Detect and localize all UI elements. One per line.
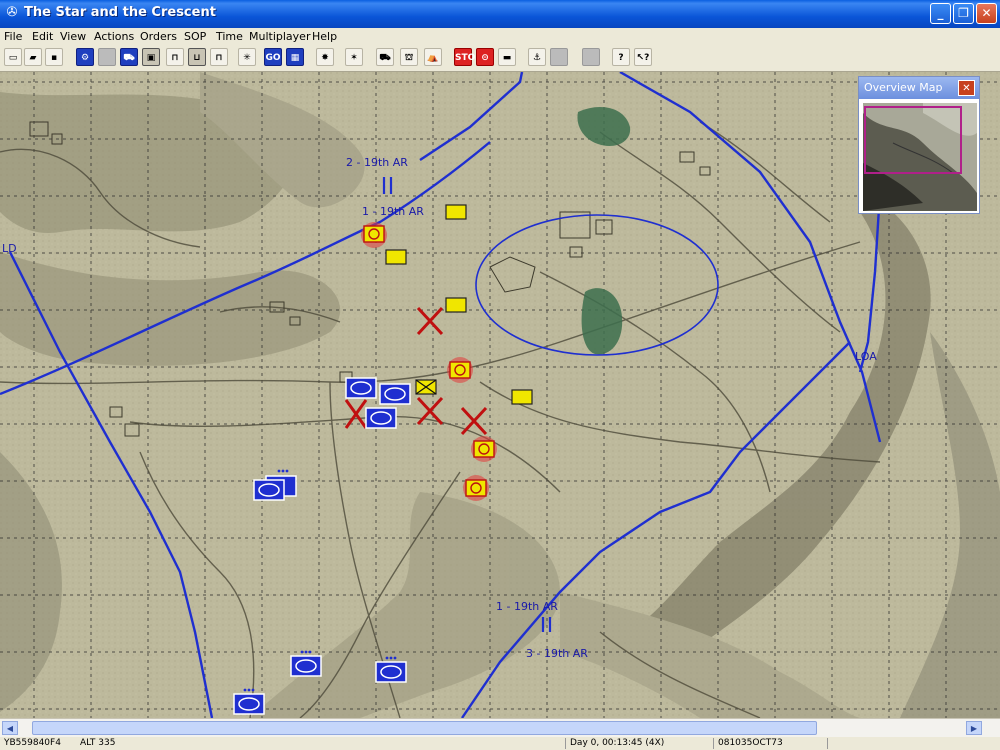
enemy-unit-marker [447,357,473,383]
stop-button[interactable]: STOP [454,48,482,66]
scroll-left-icon[interactable]: ◀ [2,721,18,735]
unit-label-1-19th-bottom: 1 - 19th AR [496,600,558,613]
echelon-company-icon[interactable]: ⊓ [166,48,184,66]
group-units-icon[interactable]: ⚙ [76,48,94,66]
artillery-icon[interactable]: ⛫ [400,48,418,66]
supply-icon[interactable]: ⛺ [424,48,442,66]
status-separator [713,738,714,749]
tactical-map[interactable]: 2 - 19th AR 1 - 19th AR LD LOA 1 - 19th … [0,72,1000,718]
unit-label-3-19th: 3 - 19th AR [526,647,588,660]
sighted-unit-marker [445,297,467,313]
enemy-unit-marker [361,222,387,248]
title-bar[interactable]: ✇ The Star and the Crescent _ ❐ ✕ [0,0,1000,28]
disabled-tool-2-icon[interactable] [550,48,568,66]
enemy-unit-marker [471,436,497,462]
menu-bar: File Edit View Actions Orders SOP Time M… [0,28,1000,46]
disabled-tool-3-icon[interactable] [582,48,600,66]
date-time-group: 081035OCT73 [718,738,783,748]
vehicle-icon[interactable]: ⛟ [120,48,138,66]
enemy-unit-marker [463,475,489,501]
no-entry-icon[interactable]: ⊝ [476,48,494,66]
status-bar: YB559840F4 ALT 335 Day 0, 00:13:45 (4X) … [0,737,1000,750]
echelon-brigade-icon[interactable]: ⊓ [210,48,228,66]
menu-help[interactable]: Help [312,30,337,43]
friendly-unit-marker [345,377,377,399]
friendly-unit-marker [253,475,297,501]
menu-time[interactable]: Time [216,30,243,43]
status-separator [827,738,828,749]
disabled-tool-icon[interactable] [98,48,116,66]
window-title: The Star and the Crescent [24,5,216,20]
menu-sop[interactable]: SOP [184,30,206,43]
ammo-icon[interactable]: ▬ [498,48,516,66]
unit-label-2-19th: 2 - 19th AR [346,156,408,169]
loa-label: LOA [855,350,877,363]
sighted-unit-marker [445,204,467,220]
sighted-unit-marker [511,389,533,405]
grid-coordinates: YB559840F4 [4,738,61,748]
friendly-unit-marker [375,661,407,683]
game-time: Day 0, 00:13:45 (4X) [570,738,665,748]
friendly-unit-marker [365,407,397,429]
friendly-unit-marker [290,655,322,677]
altitude-readout: ALT 335 [80,738,116,748]
status-separator [565,738,566,749]
sun-icon[interactable]: ✳ [238,48,256,66]
menu-actions[interactable]: Actions [94,30,134,43]
scroll-thumb[interactable] [32,721,817,735]
context-help-icon[interactable]: ↖? [634,48,652,66]
scroll-right-icon[interactable]: ▶ [966,721,982,735]
menu-multiplayer[interactable]: Multiplayer [249,30,310,43]
horizontal-scrollbar[interactable]: ◀ ▶ [0,718,1000,737]
fire-icon[interactable]: ✶ [345,48,363,66]
restore-button[interactable]: ❐ [953,3,974,24]
overview-close-icon[interactable]: ✕ [958,80,975,96]
friendly-unit-marker [379,383,411,405]
help-icon[interactable]: ? [612,48,630,66]
unit-label-1-19th-top: 1 - 19th AR [362,205,424,218]
app-icon[interactable]: ✇ [5,6,19,20]
menu-file[interactable]: File [4,30,22,43]
explosion-icon[interactable]: ✸ [316,48,334,66]
save-icon[interactable]: ▪ [45,48,63,66]
unit-filter-icon[interactable]: ▣ [142,48,160,66]
minimize-button[interactable]: _ [930,3,951,24]
anchor-icon[interactable]: ⚓ [528,48,546,66]
menu-view[interactable]: View [60,30,86,43]
calculator-icon[interactable]: ▦ [286,48,304,66]
tank-icon[interactable]: ⛟ [376,48,394,66]
menu-orders[interactable]: Orders [140,30,177,43]
overview-map-window[interactable]: Overview Map ✕ [858,76,980,214]
go-button[interactable]: GO [264,48,282,66]
sighted-unit-marker [385,249,407,265]
new-file-icon[interactable]: ▭ [4,48,22,66]
open-folder-icon[interactable]: ▰ [24,48,42,66]
echelon-battalion-icon[interactable]: ⊔ [188,48,206,66]
toolbar: ▭ ▰ ▪ ⚙ ⛟ ▣ ⊓ ⊔ ⊓ ✳ GO ▦ ✸ ✶ ⛟ ⛫ ⛺ STOP … [0,45,1000,72]
friendly-unit-marker [233,693,265,715]
overview-map-thumbnail[interactable] [863,103,977,211]
menu-edit[interactable]: Edit [32,30,53,43]
close-button[interactable]: ✕ [976,3,997,24]
ld-label: LD [2,242,17,255]
